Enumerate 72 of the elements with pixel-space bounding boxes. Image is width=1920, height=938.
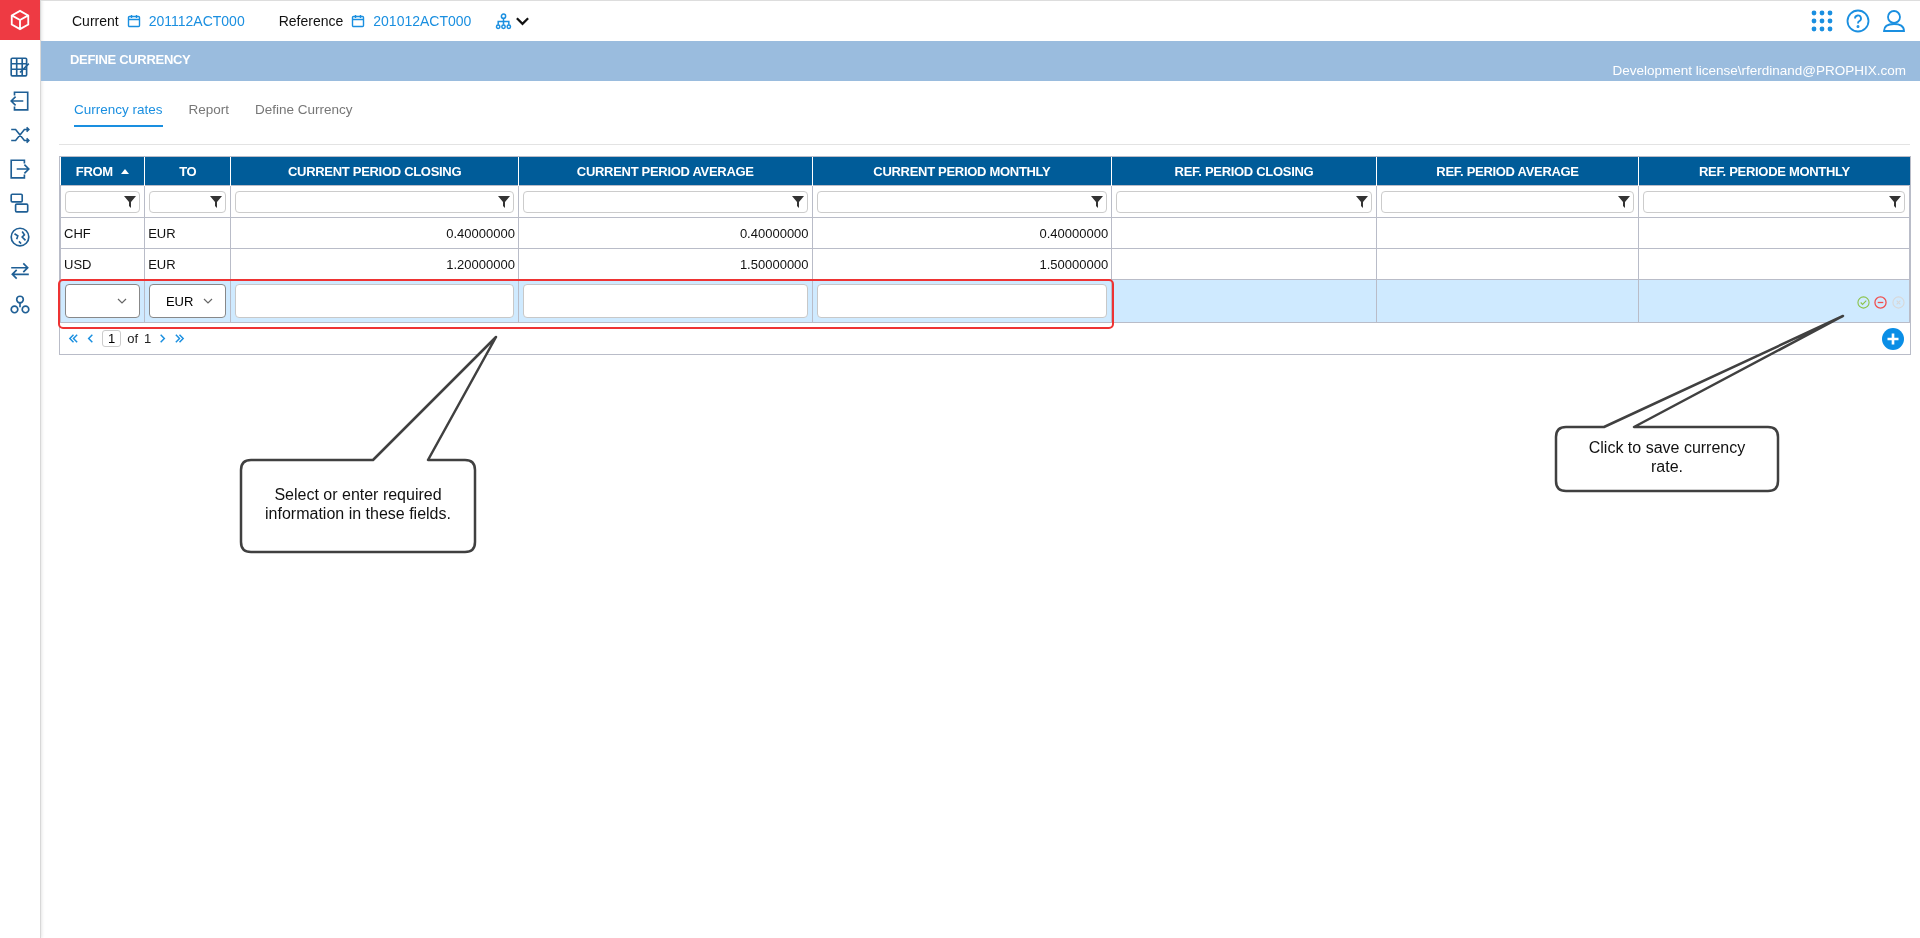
sort-ascending-icon[interactable]: [120, 168, 129, 174]
column-header[interactable]: REF. PERIODE MONTHLY: [1638, 157, 1910, 186]
page-total: 1: [144, 331, 152, 346]
current-label: Current: [72, 13, 119, 29]
table-cell: 0.40000000: [518, 217, 813, 249]
reference-period-link[interactable]: 201012ACT000: [373, 13, 472, 29]
column-header[interactable]: TO: [144, 157, 231, 186]
tab[interactable]: Report: [188, 102, 230, 127]
globe-icon[interactable]: [9, 226, 31, 248]
rate-input-field[interactable]: [235, 284, 514, 318]
filter-icon[interactable]: [497, 195, 510, 208]
filter-field[interactable]: [235, 190, 514, 213]
page-of-label: of: [127, 331, 139, 346]
user-icon[interactable]: [1882, 9, 1906, 33]
remove-icon[interactable]: [1874, 295, 1888, 309]
column-header[interactable]: CURRENT PERIOD MONTHLY: [812, 157, 1112, 186]
column-header[interactable]: REF. PERIOD AVERAGE: [1376, 157, 1639, 186]
filter-field[interactable]: [65, 190, 141, 213]
chevron-down-icon[interactable]: [515, 16, 531, 26]
filter-icon[interactable]: [1889, 195, 1901, 208]
tab[interactable]: Currency rates: [74, 102, 163, 127]
filter-field[interactable]: [149, 190, 227, 213]
filter-field[interactable]: [522, 190, 808, 213]
filter-icon[interactable]: [1091, 195, 1104, 208]
shuffle-icon[interactable]: [9, 124, 31, 146]
column-header[interactable]: REF. PERIOD CLOSING: [1111, 157, 1377, 186]
filter-icon[interactable]: [124, 195, 137, 208]
logo-icon[interactable]: [0, 0, 40, 40]
last-page-icon[interactable]: [174, 333, 186, 344]
sign-in-icon[interactable]: [9, 90, 31, 112]
table-cell: EUR: [144, 217, 231, 249]
filter-icon[interactable]: [1618, 195, 1631, 208]
stacked-boxes-icon[interactable]: [9, 192, 31, 214]
calendar-icon[interactable]: [126, 14, 141, 28]
filter-icon[interactable]: [210, 195, 223, 208]
column-header[interactable]: CURRENT PERIOD CLOSING: [230, 157, 519, 186]
tab[interactable]: Define Currency: [255, 102, 353, 127]
table-cell: 0.40000000: [230, 217, 519, 249]
filter-field[interactable]: [1643, 190, 1905, 213]
filter-field[interactable]: [1116, 190, 1372, 213]
chevron-down-icon: [203, 298, 214, 304]
calendar-icon[interactable]: [351, 14, 366, 28]
help-icon[interactable]: [1846, 9, 1870, 33]
apps-grid-icon[interactable]: [1810, 9, 1834, 33]
filter-field[interactable]: [1380, 190, 1635, 213]
to-dropdown[interactable]: EUR: [149, 284, 227, 318]
filter-field[interactable]: [816, 190, 1108, 213]
add-icon[interactable]: [1882, 327, 1904, 350]
license-user-text: Development license\rferdinand@PROPHIX.com: [1612, 63, 1906, 80]
callout-text: Click to save currency rate.: [1587, 438, 1747, 476]
previous-page-icon[interactable]: [85, 333, 96, 344]
filter-icon[interactable]: [791, 195, 804, 208]
rate-input-field[interactable]: [522, 284, 808, 318]
from-dropdown[interactable]: [65, 284, 141, 318]
sign-out-icon[interactable]: [9, 158, 31, 180]
table-cell: 0.40000000: [812, 217, 1112, 249]
filter-icon[interactable]: [1355, 195, 1368, 208]
page-number-field[interactable]: 1: [102, 330, 122, 347]
grid-edit-icon[interactable]: [9, 56, 31, 78]
callout-text: Select or enter required information in these fields.: [264, 485, 452, 523]
table-cell: CHF: [60, 217, 145, 249]
page-title: DEFINE CURRENCY: [70, 51, 191, 69]
reference-label: Reference: [278, 13, 344, 29]
column-header[interactable]: FROM: [60, 157, 145, 186]
swap-arrows-icon[interactable]: [9, 260, 31, 282]
current-period-link[interactable]: 201112ACT000: [148, 13, 245, 29]
column-header[interactable]: CURRENT PERIOD AVERAGE: [518, 157, 813, 186]
rate-input-field[interactable]: [816, 284, 1108, 318]
chevron-down-icon: [117, 298, 128, 304]
first-page-icon[interactable]: [68, 333, 79, 344]
table-cell: USD: [60, 248, 145, 280]
tree-nodes-icon[interactable]: [9, 294, 31, 316]
